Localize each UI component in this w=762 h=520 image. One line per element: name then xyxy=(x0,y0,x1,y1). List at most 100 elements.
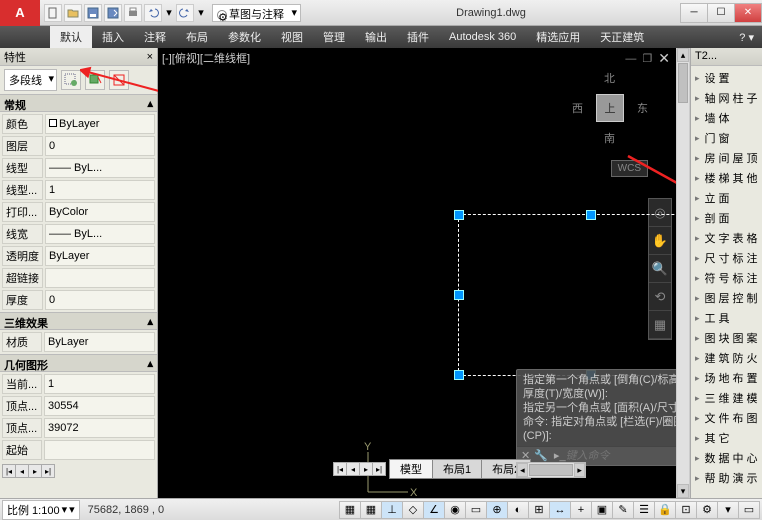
ribbon-tab[interactable]: 管理 xyxy=(313,26,355,48)
status-toggle[interactable]: ▭ xyxy=(465,501,487,519)
status-toggle[interactable]: ☰ xyxy=(633,501,655,519)
palette-item[interactable]: 门窗 xyxy=(693,128,760,148)
status-toggle[interactable]: ▦ xyxy=(360,501,382,519)
section-general[interactable]: 常规 xyxy=(4,97,26,109)
status-toggle[interactable]: ⊥ xyxy=(381,501,403,519)
status-toggle[interactable]: ↔ xyxy=(549,501,571,519)
prop-value[interactable]: 1 xyxy=(45,180,155,200)
status-toggle[interactable]: ◐ xyxy=(507,501,529,519)
workspace-dropdown[interactable]: ⚙草图与注释 xyxy=(212,4,301,22)
palette-item[interactable]: 立面 xyxy=(693,188,760,208)
prop-value[interactable]: 30554 xyxy=(44,396,155,416)
palette-item[interactable]: 建筑防火 xyxy=(693,348,760,368)
quickselect-button[interactable] xyxy=(61,70,81,90)
qat-save[interactable] xyxy=(84,4,102,22)
prop-value[interactable]: 0 xyxy=(45,290,155,310)
palette-item[interactable]: 轴网柱子 xyxy=(693,88,760,108)
section-geom[interactable]: 几何图形 xyxy=(4,357,48,369)
status-toggle[interactable]: ⊕ xyxy=(486,501,508,519)
viewport-close[interactable]: ✕ xyxy=(658,50,670,67)
status-toggle[interactable]: + xyxy=(570,501,592,519)
palette-item[interactable]: 图层控制 xyxy=(693,288,760,308)
tool-palette-header[interactable]: T2... xyxy=(691,48,762,66)
horizontal-scrollbar[interactable]: ◂▸ xyxy=(516,462,586,478)
palette-item[interactable]: 设置 xyxy=(693,68,760,88)
ribbon-tab[interactable]: 输出 xyxy=(355,26,397,48)
grip[interactable] xyxy=(586,210,596,220)
palette-item[interactable]: 墙体 xyxy=(693,108,760,128)
qat-undo-dd[interactable]: ▾ xyxy=(164,4,174,22)
window-close[interactable]: ✕ xyxy=(734,3,762,23)
palette-item[interactable]: 楼梯其他 xyxy=(693,168,760,188)
palette-item[interactable]: 场地布置 xyxy=(693,368,760,388)
qat-print[interactable] xyxy=(124,4,142,22)
palette-item[interactable]: 三维建模 xyxy=(693,388,760,408)
cmd-config-icon[interactable]: 🔧 xyxy=(534,449,548,463)
qat-saveas[interactable] xyxy=(104,4,122,22)
panel-close-icon[interactable]: × xyxy=(147,51,153,63)
prop-value[interactable]: —— ByL... xyxy=(45,224,155,244)
ribbon-tab[interactable]: 插件 xyxy=(397,26,439,48)
command-input[interactable] xyxy=(566,450,666,462)
ribbon-tab[interactable]: 视图 xyxy=(271,26,313,48)
command-window[interactable]: 指定第一个角点或 [倒角(C)/标高(E)/圆角(F)/厚度(T)/宽度(W)]… xyxy=(516,369,676,466)
palette-item[interactable]: 尺寸标注 xyxy=(693,248,760,268)
ribbon-tab[interactable]: 精选应用 xyxy=(526,26,590,48)
palette-item[interactable]: 其它 xyxy=(693,428,760,448)
window-minimize[interactable]: ─ xyxy=(680,3,708,23)
prop-value[interactable]: 39072 xyxy=(44,418,155,438)
prop-value[interactable]: 1 xyxy=(44,374,155,394)
help-icon[interactable]: ? ▾ xyxy=(731,31,762,44)
status-toggle[interactable]: ◇ xyxy=(402,501,424,519)
status-toggle[interactable]: ✎ xyxy=(612,501,634,519)
ribbon-tab[interactable]: 插入 xyxy=(92,26,134,48)
section-effect[interactable]: 三维效果 xyxy=(4,315,48,327)
grip[interactable] xyxy=(454,370,464,380)
scale-dropdown[interactable]: 比例 1:100▾▾ xyxy=(2,500,80,520)
palette-item[interactable]: 文件布图 xyxy=(693,408,760,428)
qat-redo[interactable] xyxy=(176,4,194,22)
viewcube[interactable]: 北 西 东 南 上 xyxy=(570,68,650,148)
status-toggle[interactable]: ⚙ xyxy=(696,501,718,519)
ribbon-tab[interactable]: Autodesk 360 xyxy=(439,28,526,46)
palette-item[interactable]: 数据中心 xyxy=(693,448,760,468)
prop-value[interactable]: 0 xyxy=(45,136,155,156)
status-toggle[interactable]: ▾ xyxy=(717,501,739,519)
viewport-minimize[interactable]: — xyxy=(625,53,636,65)
grip[interactable] xyxy=(454,210,464,220)
status-toggle[interactable]: ▣ xyxy=(591,501,613,519)
status-toggle[interactable]: ⊡ xyxy=(675,501,697,519)
prop-value[interactable]: ByColor xyxy=(45,202,155,222)
drawing-canvas[interactable]: [-][俯视][二维线框] — ❐ ✕ 北 西 东 南 上 WCS ◎ ✋ 🔍 … xyxy=(158,48,676,498)
status-toggle[interactable]: ∠ xyxy=(423,501,445,519)
prop-value[interactable]: —— ByL... xyxy=(45,158,155,178)
viewport-restore[interactable]: ❐ xyxy=(642,52,652,65)
prop-value[interactable]: ByLayer xyxy=(44,332,155,352)
prop-value[interactable] xyxy=(44,440,155,460)
qat-undo[interactable] xyxy=(144,4,162,22)
layout-tab[interactable]: 布局1 xyxy=(432,459,482,479)
palette-item[interactable]: 图块图案 xyxy=(693,328,760,348)
ribbon-tab[interactable]: 天正建筑 xyxy=(590,26,654,48)
prop-value[interactable]: ByLayer xyxy=(45,246,155,266)
qat-new[interactable] xyxy=(44,4,62,22)
palette-item[interactable]: 房间屋顶 xyxy=(693,148,760,168)
right-scrollbar[interactable]: ▴▾ xyxy=(676,48,690,498)
ribbon-tab[interactable]: 布局 xyxy=(176,26,218,48)
status-toggle[interactable]: ▦ xyxy=(339,501,361,519)
status-toggle[interactable]: ⊞ xyxy=(528,501,550,519)
ribbon-tab[interactable]: 注释 xyxy=(134,26,176,48)
object-type-dropdown[interactable]: 多段线 xyxy=(4,69,57,91)
viewport-label[interactable]: [-][俯视][二维线框] xyxy=(162,50,250,66)
status-toggle[interactable]: ▭ xyxy=(738,501,760,519)
palette-item[interactable]: 工具 xyxy=(693,308,760,328)
status-toggle[interactable]: ◉ xyxy=(444,501,466,519)
window-maximize[interactable]: ☐ xyxy=(707,3,735,23)
prop-value[interactable] xyxy=(45,268,155,288)
prop-value[interactable]: ByLayer xyxy=(45,114,155,134)
app-menu[interactable] xyxy=(0,0,40,26)
palette-item[interactable]: 帮助演示 xyxy=(693,468,760,488)
status-toggle[interactable]: 🔒 xyxy=(654,501,676,519)
grip[interactable] xyxy=(454,290,464,300)
ribbon-tab[interactable]: 参数化 xyxy=(218,26,271,48)
